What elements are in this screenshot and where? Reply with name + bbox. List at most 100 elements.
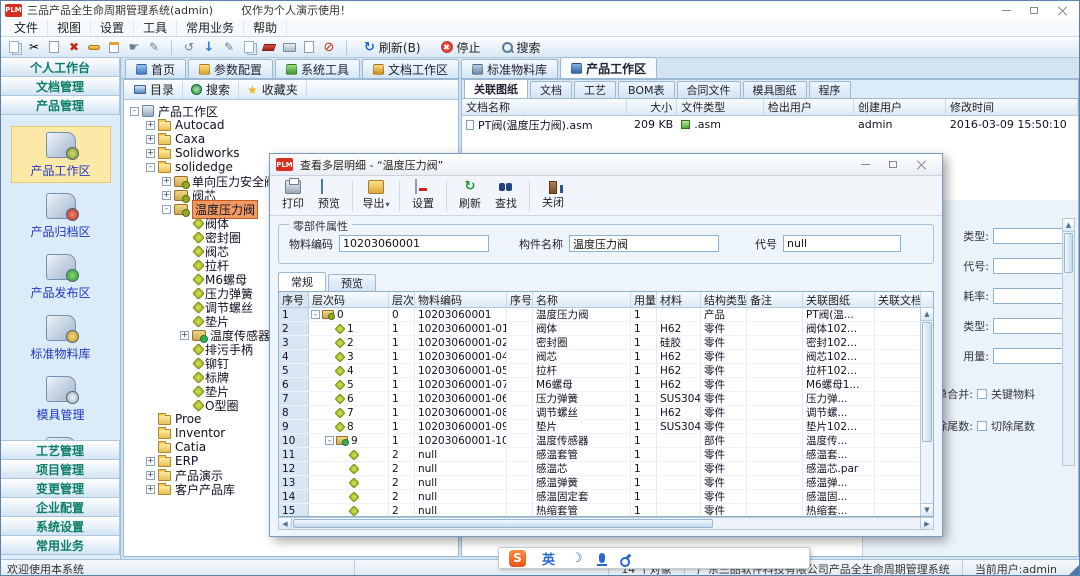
tree-expander-icon[interactable]: + — [146, 121, 155, 130]
bom-horizontal-scrollbar[interactable]: ◀ ▶ — [278, 517, 934, 530]
bom-row[interactable]: 4 3 1 10203060001-04 阀芯 1 H62 零件 — [279, 350, 933, 364]
tree-expander-icon[interactable]: + — [162, 177, 171, 186]
menu-item[interactable]: 视图 — [48, 20, 91, 36]
find-button[interactable]: 查找 — [489, 178, 523, 214]
dialog-maximize-icon[interactable] — [886, 159, 900, 171]
document-row[interactable]: PT阀(温度压力阀).asm 209 KB .asm admin 2016-03… — [462, 116, 1078, 133]
sidebar-section-header[interactable]: 个人工作台 — [1, 57, 120, 77]
dialog-tab[interactable]: 预览 — [328, 274, 376, 291]
microphone-icon[interactable] — [599, 553, 605, 563]
print-button[interactable]: 打印 — [276, 178, 310, 214]
bom-row[interactable]: 3 2 1 10203060001-02 密封圈 1 硅胶 零件 — [279, 336, 933, 350]
part-name-input[interactable] — [569, 235, 719, 252]
main-tab[interactable]: 参数配置 — [188, 59, 273, 78]
sidebar-section-header[interactable]: 文档管理 — [1, 76, 120, 96]
key-icon[interactable] — [85, 39, 103, 56]
form-scrollbar[interactable]: ▲ — [1062, 218, 1075, 466]
favorites-button[interactable]: ★ 收藏夹 — [239, 81, 307, 99]
paste-icon[interactable] — [5, 39, 23, 56]
form-input[interactable] — [993, 318, 1063, 334]
col-note[interactable]: 备注 — [747, 292, 803, 307]
edit-icon[interactable]: ✎ — [220, 39, 238, 56]
bom-row[interactable]: 12 2 null 感温芯 1 零件 — [279, 462, 933, 476]
bom-row[interactable]: 10 - 9 1 10203060001-10 温度传感器 1 部件 — [279, 434, 933, 448]
sidebar-section-header[interactable]: 企业配置 — [1, 497, 120, 517]
delete-icon[interactable]: ✖ — [65, 39, 83, 56]
main-tab[interactable]: 文档工作区 — [362, 59, 459, 78]
search-button[interactable]: 搜索 — [492, 38, 550, 56]
tree-node[interactable]: - 产品工作区 — [124, 104, 458, 118]
col-structure-type[interactable]: 结构类型 — [701, 292, 747, 307]
col-size[interactable]: 大小 — [627, 99, 677, 115]
document-tab[interactable]: BOM表 — [618, 81, 675, 98]
sidebar-item[interactable]: 产品工作区 — [11, 126, 111, 183]
document-tab[interactable]: 模具图纸 — [743, 81, 807, 98]
dialog-minimize-icon[interactable] — [858, 159, 872, 171]
new-doc-icon[interactable] — [105, 39, 123, 56]
menu-item[interactable]: 工具 — [134, 20, 177, 36]
bom-row[interactable]: 2 1 1 10203060001-01 阀体 1 H62 零件 — [279, 322, 933, 336]
scroll-thumb[interactable] — [293, 519, 713, 528]
col-checkout-user[interactable]: 检出用户 — [764, 99, 854, 115]
tree-expander-icon[interactable]: + — [162, 191, 171, 200]
bom-row[interactable]: 15 2 null 热缩套管 1 零件 — [279, 504, 933, 517]
col-material[interactable]: 材料 — [657, 292, 701, 307]
sidebar-section-header[interactable]: 常用业务 — [1, 535, 120, 555]
scroll-right-icon[interactable]: ▶ — [920, 518, 933, 529]
form-input[interactable] — [993, 288, 1063, 304]
eraser-icon[interactable] — [260, 39, 278, 56]
stop-button[interactable]: ✖ 停止 — [432, 38, 490, 56]
moon-icon[interactable]: ☽ — [571, 551, 583, 566]
checkbox[interactable] — [977, 389, 987, 399]
bom-row[interactable]: 13 2 null 感温弹簧 1 零件 — [279, 476, 933, 490]
main-tab[interactable]: 产品工作区 — [560, 57, 657, 78]
sidebar-section-header[interactable]: 变更管理 — [1, 478, 120, 498]
row-expander-icon[interactable]: - — [325, 436, 334, 445]
tree-expander-icon[interactable]: + — [146, 149, 155, 158]
tree-node[interactable]: + Caxa — [124, 132, 458, 146]
col-modified[interactable]: 修改时间 — [946, 99, 1078, 115]
col-linked-doc[interactable]: 关联文档 — [875, 292, 921, 307]
col-create-user[interactable]: 创建用户 — [854, 99, 946, 115]
col-level-code[interactable]: 层次码 — [309, 292, 389, 307]
scroll-thumb[interactable] — [1064, 233, 1073, 273]
col-material-code[interactable]: 物料编码 — [415, 292, 507, 307]
scroll-thumb[interactable] — [922, 322, 932, 442]
sidebar-item[interactable]: 产品发布区 — [11, 248, 111, 305]
bom-row[interactable]: 7 6 1 10203060001-06 压力弹簧 1 SUS304 零件 — [279, 392, 933, 406]
printer-icon[interactable] — [280, 39, 298, 56]
tree-expander-icon[interactable]: - — [130, 107, 139, 116]
bom-row[interactable]: 9 8 1 10203060001-09 垫片 1 SUS304 零件 — [279, 420, 933, 434]
tree-expander-icon[interactable]: + — [146, 471, 155, 480]
form-input[interactable] — [993, 228, 1063, 244]
tree-expander-icon[interactable]: - — [162, 205, 171, 214]
dialog-close-icon[interactable] — [914, 159, 928, 171]
sidebar-section-header[interactable]: 工艺管理 — [1, 440, 120, 460]
main-tab[interactable]: 系统工具 — [275, 59, 360, 78]
scroll-up-icon[interactable]: ▲ — [1063, 219, 1074, 232]
col-level[interactable]: 层次 — [389, 292, 415, 307]
download-icon[interactable]: ↓ — [200, 39, 218, 56]
alias-input[interactable] — [783, 235, 901, 252]
block-icon[interactable]: ⊘ — [320, 39, 338, 56]
wrench-icon[interactable] — [621, 553, 631, 563]
document-tab[interactable]: 工艺 — [574, 81, 616, 98]
col-linked-drawing[interactable]: 关联图纸 — [803, 292, 875, 307]
ime-language-toggle[interactable]: 英 — [542, 549, 555, 568]
tree-expander-icon[interactable]: - — [146, 163, 155, 172]
menu-item[interactable]: 设置 — [91, 20, 134, 36]
maximize-icon[interactable] — [1027, 4, 1041, 16]
bom-row[interactable]: 14 2 null 感温固定套 1 零件 — [279, 490, 933, 504]
tree-node[interactable]: + Autocad — [124, 118, 458, 132]
export-button[interactable]: 导出▾ — [359, 178, 393, 214]
main-tab[interactable]: 标准物料库 — [461, 59, 558, 78]
sidebar-section-header[interactable]: 产品管理 — [1, 95, 120, 115]
preview-button[interactable]: 预览 — [312, 178, 346, 214]
checkbox[interactable] — [977, 421, 987, 431]
sidebar-item[interactable]: 标准物料库 — [11, 309, 111, 366]
tree-expander-icon[interactable]: + — [146, 135, 155, 144]
col-seq2[interactable]: 序号 — [507, 292, 533, 307]
pointer-icon[interactable]: ☛ — [125, 39, 143, 56]
menu-item[interactable]: 文件 — [5, 20, 48, 36]
export-dropdown-icon[interactable]: ▾ — [385, 200, 389, 209]
